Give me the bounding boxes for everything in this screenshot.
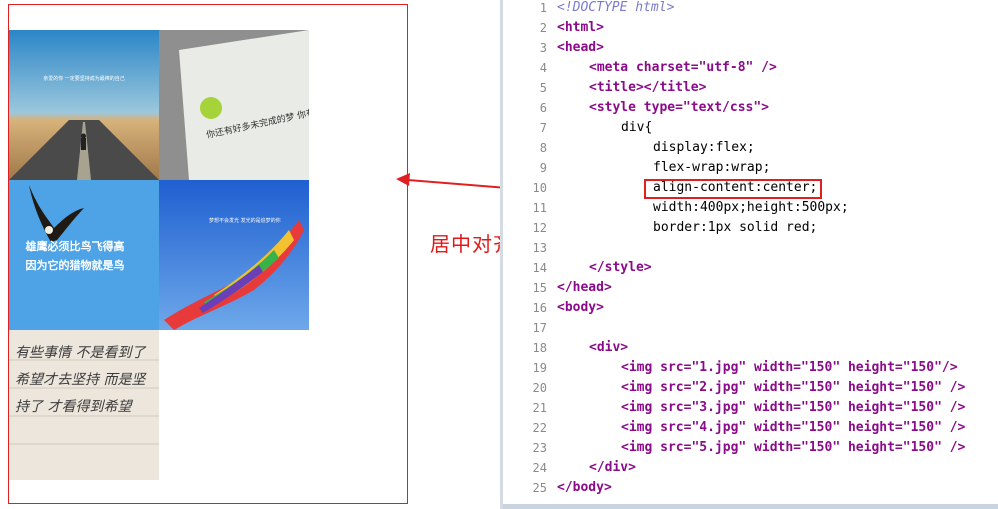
- code-editor[interactable]: 1 <!DOCTYPE html> 2 <html> 3 <head> 4 <meta …: [500, 0, 998, 509]
- code-line-5: 5 <title></title>: [539, 80, 707, 95]
- code-line-22: 22 <img src="4.jpg" width="150" height="1…: [532, 420, 966, 435]
- handwriting-image: 有些事情 不是看到了希望才去坚持 而是坚持了 才看得到希望: [9, 330, 159, 480]
- image-tile-5: 有些事情 不是看到了希望才去坚持 而是坚持了 才看得到希望: [9, 330, 159, 480]
- code-line-13: 13: [532, 241, 547, 255]
- code-line-3: 3 <head>: [539, 40, 604, 55]
- paper-note-image: 你还有好多未完成的梦 你有什么理由停下脚步: [159, 30, 309, 180]
- code-line-11: 11 width:400px;height:500px;: [532, 200, 849, 215]
- code-line-15: 15 </head>: [532, 280, 612, 295]
- flex-container-preview: 亲爱的你 一定要坚持成为最棒的自己 你还有好多未完成的梦 你有什么理由停下脚步 …: [8, 4, 408, 504]
- road-runner-image: 亲爱的你 一定要坚持成为最棒的自己: [9, 30, 159, 180]
- code-line-6: 6 <style type="text/css">: [539, 100, 770, 115]
- eagle-image: 雄鹰必须比鸟飞得高 因为它的猎物就是鸟: [9, 180, 159, 330]
- image-tile-1: 亲爱的你 一定要坚持成为最棒的自己: [9, 30, 159, 180]
- image-tile-4: 梦想不会发光 发光的是追梦的你: [159, 180, 309, 330]
- code-line-17: 17: [532, 321, 547, 335]
- code-line-25: 25 </body>: [532, 480, 612, 495]
- code-line-9: 9 flex-wrap:wrap;: [539, 160, 771, 175]
- kite-image: 梦想不会发光 发光的是追梦的你: [159, 180, 309, 330]
- tile3-caption-line2: 因为它的猎物就是鸟: [26, 258, 125, 272]
- tile3-caption-line1: 雄鹰必须比鸟飞得高: [25, 239, 125, 253]
- code-line-23: 23 <img src="5.jpg" width="150" height="1…: [532, 440, 966, 455]
- code-line-24: 24 </div>: [532, 460, 636, 475]
- tile1-caption: 亲爱的你 一定要坚持成为最棒的自己: [43, 75, 125, 82]
- code-line-20: 20 <img src="2.jpg" width="150" height="1…: [532, 380, 966, 395]
- code-line-2: 2 <html>: [539, 20, 604, 35]
- code-line-16: 16 <body>: [532, 300, 604, 315]
- code-line-12: 12 border:1px solid red;: [532, 220, 818, 235]
- code-line-21: 21 <img src="3.jpg" width="150" height="1…: [532, 400, 966, 415]
- code-line-19: 19 <img src="1.jpg" width="150" height="1…: [532, 360, 958, 375]
- image-tile-3: 雄鹰必须比鸟飞得高 因为它的猎物就是鸟: [9, 180, 159, 330]
- code-line-1: 1 <!DOCTYPE html>: [539, 0, 675, 15]
- tile5-caption: 有些事情 不是看到了希望才去坚持 而是坚持了 才看得到希望: [15, 345, 146, 415]
- code-line-7: 7 div{: [539, 120, 653, 135]
- code-line-14: 14 </style>: [532, 260, 652, 275]
- image-tile-2: 你还有好多未完成的梦 你有什么理由停下脚步: [159, 30, 309, 180]
- code-line-8: 8 display:flex;: [539, 140, 755, 155]
- code-line-4: 4 <meta charset="utf-8" />: [539, 60, 777, 75]
- highlight-align-content: [644, 179, 822, 199]
- code-line-18: 18 <div>: [532, 340, 629, 355]
- tile4-caption: 梦想不会发光 发光的是追梦的你: [209, 217, 281, 224]
